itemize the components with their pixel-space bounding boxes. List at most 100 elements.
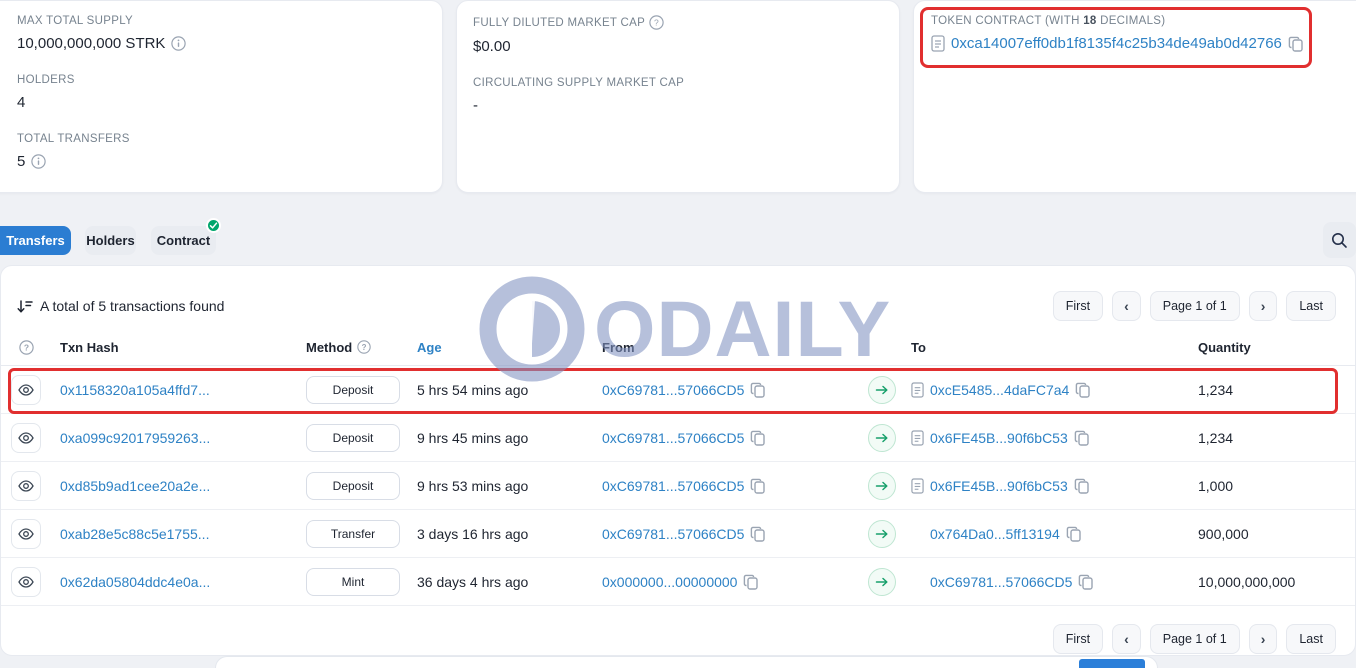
method-button[interactable]: Transfer <box>306 519 400 548</box>
copy-to-address-button[interactable] <box>1078 574 1094 590</box>
column-from: From <box>602 339 635 355</box>
quantity-value: 1,000 <box>1198 477 1234 494</box>
to-address-link[interactable]: 0xC69781...57066CD5 <box>930 574 1072 590</box>
info-icon[interactable] <box>171 36 187 51</box>
table-row: 0xa099c92017959263... Deposit 9 hrs 45 m… <box>1 414 1355 462</box>
tab-bar: Transfers Holders Contract <box>0 218 1356 258</box>
bottom-card-button[interactable] <box>1079 659 1145 668</box>
tab-holders-label: Holders <box>86 233 135 248</box>
transfers-rows: 0x1158320a105a4ffd7... Deposit 5 hrs 54 … <box>1 366 1355 606</box>
question-icon[interactable]: ? <box>649 15 664 30</box>
to-address-link[interactable]: 0x6FE45B...90f6bC53 <box>930 430 1068 446</box>
token-contract-stat: TOKEN CONTRACT (WITH 18 DECIMALS) 0xca14… <box>931 15 1351 52</box>
transfers-panel: A total of 5 transactions found First ‹ … <box>0 265 1356 656</box>
pagination-next-button[interactable]: › <box>1248 624 1278 654</box>
circulating-cap-value: - <box>473 97 478 114</box>
txn-hash-link[interactable]: 0xab28e5c88c5e1755... <box>60 526 209 542</box>
view-transaction-eye-button[interactable] <box>11 422 41 453</box>
pagination-next-button[interactable]: › <box>1248 291 1278 321</box>
copy-to-address-button[interactable] <box>1075 382 1091 398</box>
fully-diluted-value: $0.00 <box>473 38 511 55</box>
from-address-link[interactable]: 0xC69781...57066CD5 <box>602 382 744 398</box>
method-button[interactable]: Mint <box>306 567 400 596</box>
column-quantity: Quantity <box>1198 339 1251 355</box>
to-address-link[interactable]: 0x6FE45B...90f6bC53 <box>930 478 1068 494</box>
method-button[interactable]: Deposit <box>306 423 400 452</box>
copy-to-address-button[interactable] <box>1074 478 1090 494</box>
column-txn-hash: Txn Hash <box>60 339 119 355</box>
to-address-link[interactable]: 0xcE5485...4daFC7a4 <box>930 382 1069 398</box>
tab-transfers-label: Transfers <box>6 233 65 248</box>
pagination-last-button[interactable]: Last <box>1286 624 1336 654</box>
age-value: 36 days 4 hrs ago <box>417 573 529 590</box>
header-question-icon[interactable]: ? <box>18 339 34 355</box>
transfer-arrow-icon <box>867 423 896 452</box>
copy-from-address-button[interactable] <box>750 430 766 446</box>
max-total-supply-stat: MAX TOTAL SUPPLY 10,000,000,000 STRK <box>17 15 426 52</box>
from-address-link[interactable]: 0xC69781...57066CD5 <box>602 430 744 446</box>
method-question-icon[interactable]: ? <box>357 340 371 354</box>
tab-holders[interactable]: Holders <box>85 226 136 255</box>
sort-descending-icon <box>17 299 33 314</box>
pagination-first-button[interactable]: First <box>1052 624 1104 654</box>
fully-diluted-stat: FULLY DILUTED MARKET CAP ? $0.00 <box>473 15 883 55</box>
max-total-supply-label: MAX TOTAL SUPPLY <box>17 15 134 27</box>
view-transaction-eye-button[interactable] <box>11 566 41 597</box>
pagination-last-button[interactable]: Last <box>1286 291 1336 321</box>
table-header: ? Txn Hash Method ? Age From To Quantity <box>1 329 1355 366</box>
fully-diluted-label: FULLY DILUTED MARKET CAP <box>473 16 646 29</box>
holders-value: 4 <box>17 94 26 111</box>
txn-hash-link[interactable]: 0x1158320a105a4ffd7... <box>60 382 210 398</box>
quantity-value: 10,000,000,000 <box>1198 573 1296 590</box>
holders-stat: HOLDERS 4 <box>17 74 426 111</box>
verified-check-icon <box>206 218 221 233</box>
pagination-prev-button[interactable]: ‹ <box>1112 291 1141 321</box>
copy-from-address-button[interactable] <box>743 574 759 590</box>
market-cap-card: FULLY DILUTED MARKET CAP ? $0.00 CIRCULA… <box>456 0 900 193</box>
token-page: MAX TOTAL SUPPLY 10,000,000,000 STRK HOL… <box>0 0 1356 668</box>
column-method: Method <box>306 339 353 355</box>
tab-contract[interactable]: Contract <box>151 218 221 255</box>
circulating-cap-label: CIRCULATING SUPPLY MARKET CAP <box>473 77 685 89</box>
search-button[interactable] <box>1323 222 1356 258</box>
view-transaction-eye-button[interactable] <box>11 518 41 549</box>
column-age-sort-link[interactable]: Age <box>417 340 602 355</box>
from-address-link[interactable]: 0xC69781...57066CD5 <box>602 526 744 542</box>
eye-icon <box>18 527 34 540</box>
from-address-link[interactable]: 0x000000...00000000 <box>602 574 737 590</box>
token-contract-label: TOKEN CONTRACT (WITH 18 DECIMALS) <box>931 15 1166 27</box>
transfer-arrow-icon <box>867 519 896 548</box>
age-value: 9 hrs 45 mins ago <box>417 429 529 446</box>
holders-label: HOLDERS <box>17 74 75 86</box>
copy-from-address-button[interactable] <box>750 526 766 542</box>
pagination-prev-button[interactable]: ‹ <box>1112 624 1141 654</box>
tab-transfers[interactable]: Transfers <box>0 226 71 255</box>
from-address-link[interactable]: 0xC69781...57066CD5 <box>602 478 744 494</box>
pagination-page-indicator: Page 1 of 1 <box>1149 291 1240 321</box>
view-transaction-eye-button[interactable] <box>11 374 41 405</box>
age-value: 5 hrs 54 mins ago <box>417 381 529 398</box>
txn-hash-link[interactable]: 0x62da05804ddc4e0a... <box>60 574 210 590</box>
method-button[interactable]: Deposit <box>306 375 400 404</box>
search-icon <box>1331 232 1348 249</box>
info-icon[interactable] <box>31 154 47 169</box>
token-contract-address-link[interactable]: 0xca14007eff0db1f8135f4c25b34de49ab0d427… <box>951 35 1282 52</box>
method-button[interactable]: Deposit <box>306 471 400 500</box>
quantity-value: 1,234 <box>1198 429 1234 446</box>
copy-from-address-button[interactable] <box>750 478 766 494</box>
bottom-partial-card <box>215 656 1158 668</box>
age-value: 9 hrs 53 mins ago <box>417 477 529 494</box>
tab-contract-label: Contract <box>156 233 211 248</box>
svg-text:?: ? <box>23 342 28 352</box>
max-total-supply-value: 10,000,000,000 STRK <box>17 35 166 52</box>
copy-address-button[interactable] <box>1288 36 1304 52</box>
copy-from-address-button[interactable] <box>750 382 766 398</box>
copy-to-address-button[interactable] <box>1074 430 1090 446</box>
pagination-first-button[interactable]: First <box>1052 291 1104 321</box>
txn-hash-link[interactable]: 0xd85b9ad1cee20a2e... <box>60 478 210 494</box>
to-address-link[interactable]: 0x764Da0...5ff13194 <box>930 526 1060 542</box>
txn-hash-link[interactable]: 0xa099c92017959263... <box>60 430 210 446</box>
view-transaction-eye-button[interactable] <box>11 470 41 501</box>
copy-to-address-button[interactable] <box>1066 526 1082 542</box>
eye-icon <box>18 479 34 492</box>
